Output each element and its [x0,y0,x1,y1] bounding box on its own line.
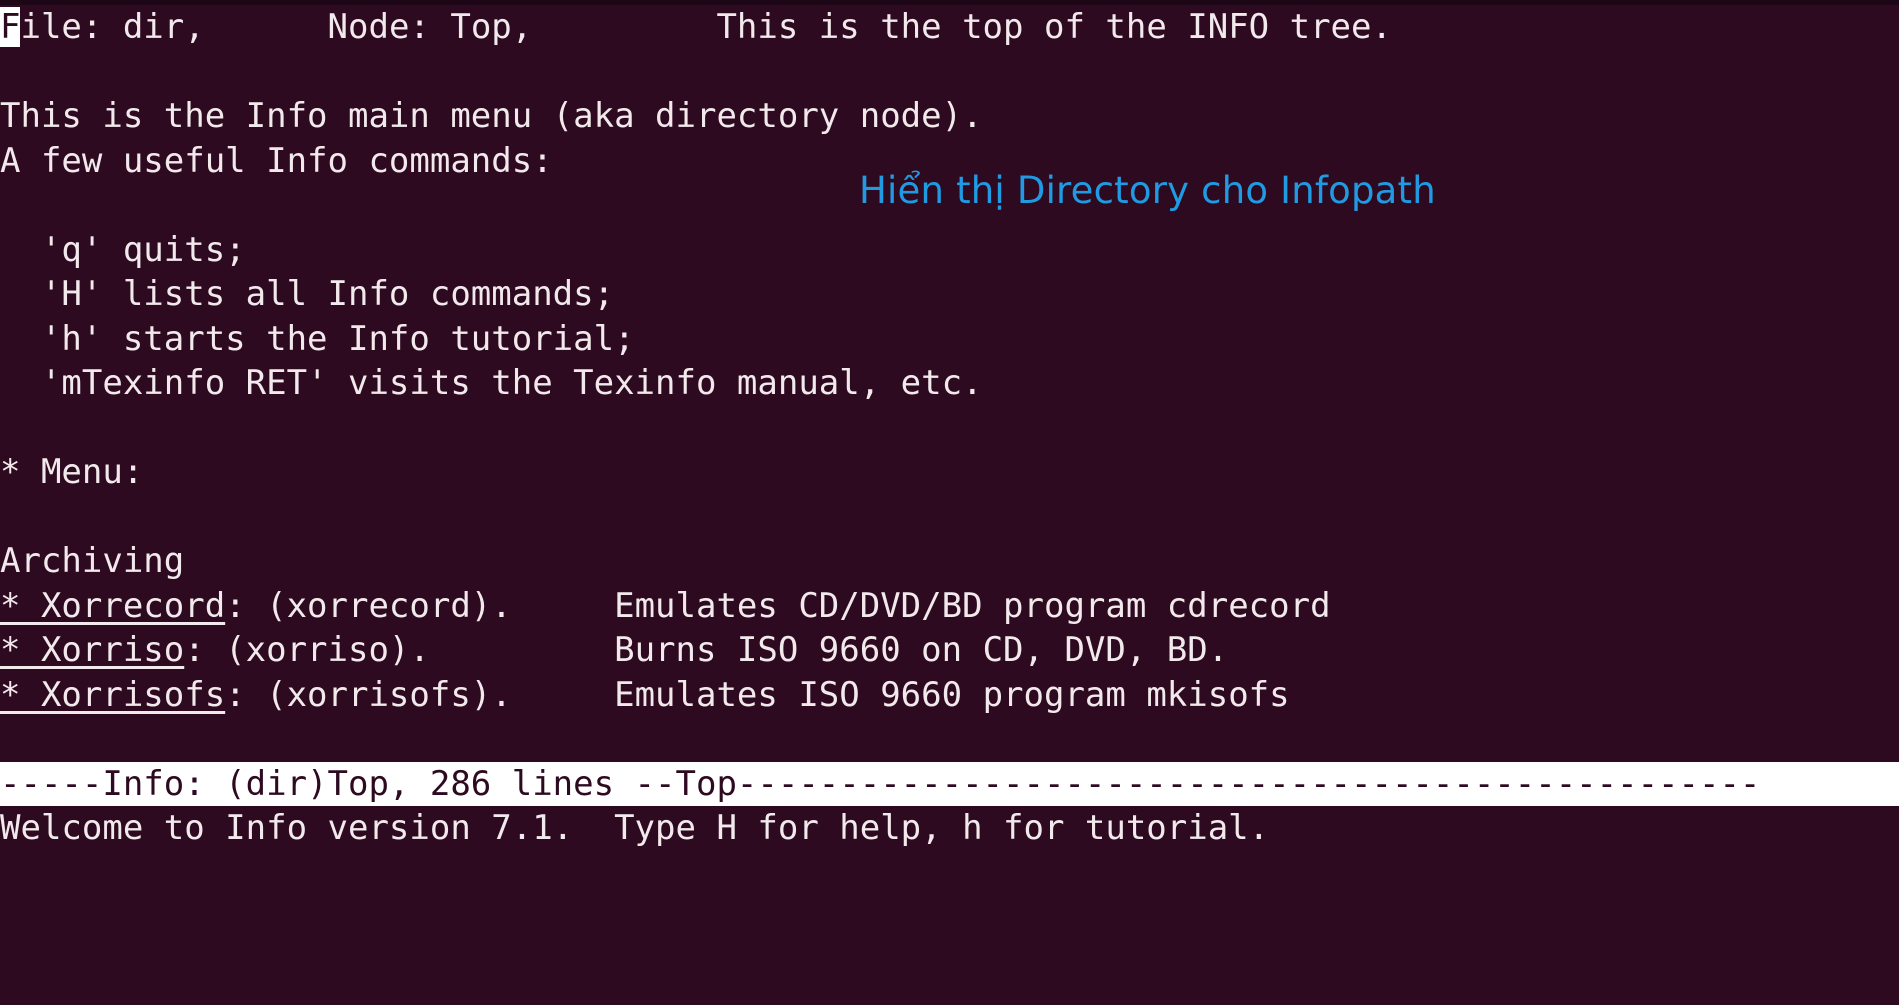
menu-description-xorrecord: Emulates CD/DVD/BD program cdrecord [614,585,1331,626]
menu-target-xorriso: : (xorriso). [184,630,615,670]
menu-description-xorrisofs: Emulates ISO 9660 program mkisofs [614,674,1290,715]
terminal-window: File: dir, Node: Top, This is the top of… [0,0,1899,1005]
echo-area: Welcome to Info version 7.1. Type H for … [0,808,1270,848]
info-header-text: ile: dir, Node: Top, This is the top of … [20,7,1392,47]
menu-entry-xorrecord[interactable]: * Xorrecord: (xorrecord). Emulates CD/DV… [0,584,1899,629]
intro-line-1: This is the Info main menu (aka director… [0,96,983,136]
info-header-line: File: dir, Node: Top, This is the top of… [0,5,1899,50]
menu-target-xorrecord: : (xorrecord). [225,585,615,626]
terminal-screen[interactable]: File: dir, Node: Top, This is the top of… [0,5,1899,1005]
menu-section-archiving: Archiving [0,541,185,581]
command-line-4: 'mTexinfo RET' visits the Texinfo manual… [0,363,983,403]
text-cursor: F [0,7,21,47]
menu-entry-xorriso[interactable]: * Xorriso: (xorriso). Burns ISO 9660 on … [0,628,1899,673]
command-line-3: 'h' starts the Info tutorial; [0,318,635,359]
command-line-1: 'q' quits; [0,229,246,270]
menu-target-xorrisofs: : (xorrisofs). [225,674,615,715]
menu-link-xorrisofs[interactable]: * Xorrisofs [0,675,225,715]
menu-heading: * Menu: [0,452,144,492]
menu-description-xorriso: Burns ISO 9660 on CD, DVD, BD. [614,630,1229,670]
annotation-label: Hiển thị Directory cho Infopath [859,169,1436,212]
command-line-2: 'H' lists all Info commands; [0,274,615,314]
menu-entry-xorrisofs[interactable]: * Xorrisofs: (xorrisofs). Emulates ISO 9… [0,673,1899,718]
menu-link-xorriso[interactable]: * Xorriso [0,630,184,670]
status-bar: -----Info: (dir)Top, 286 lines --Top----… [0,761,1899,806]
menu-link-xorrecord[interactable]: * Xorrecord [0,586,225,626]
